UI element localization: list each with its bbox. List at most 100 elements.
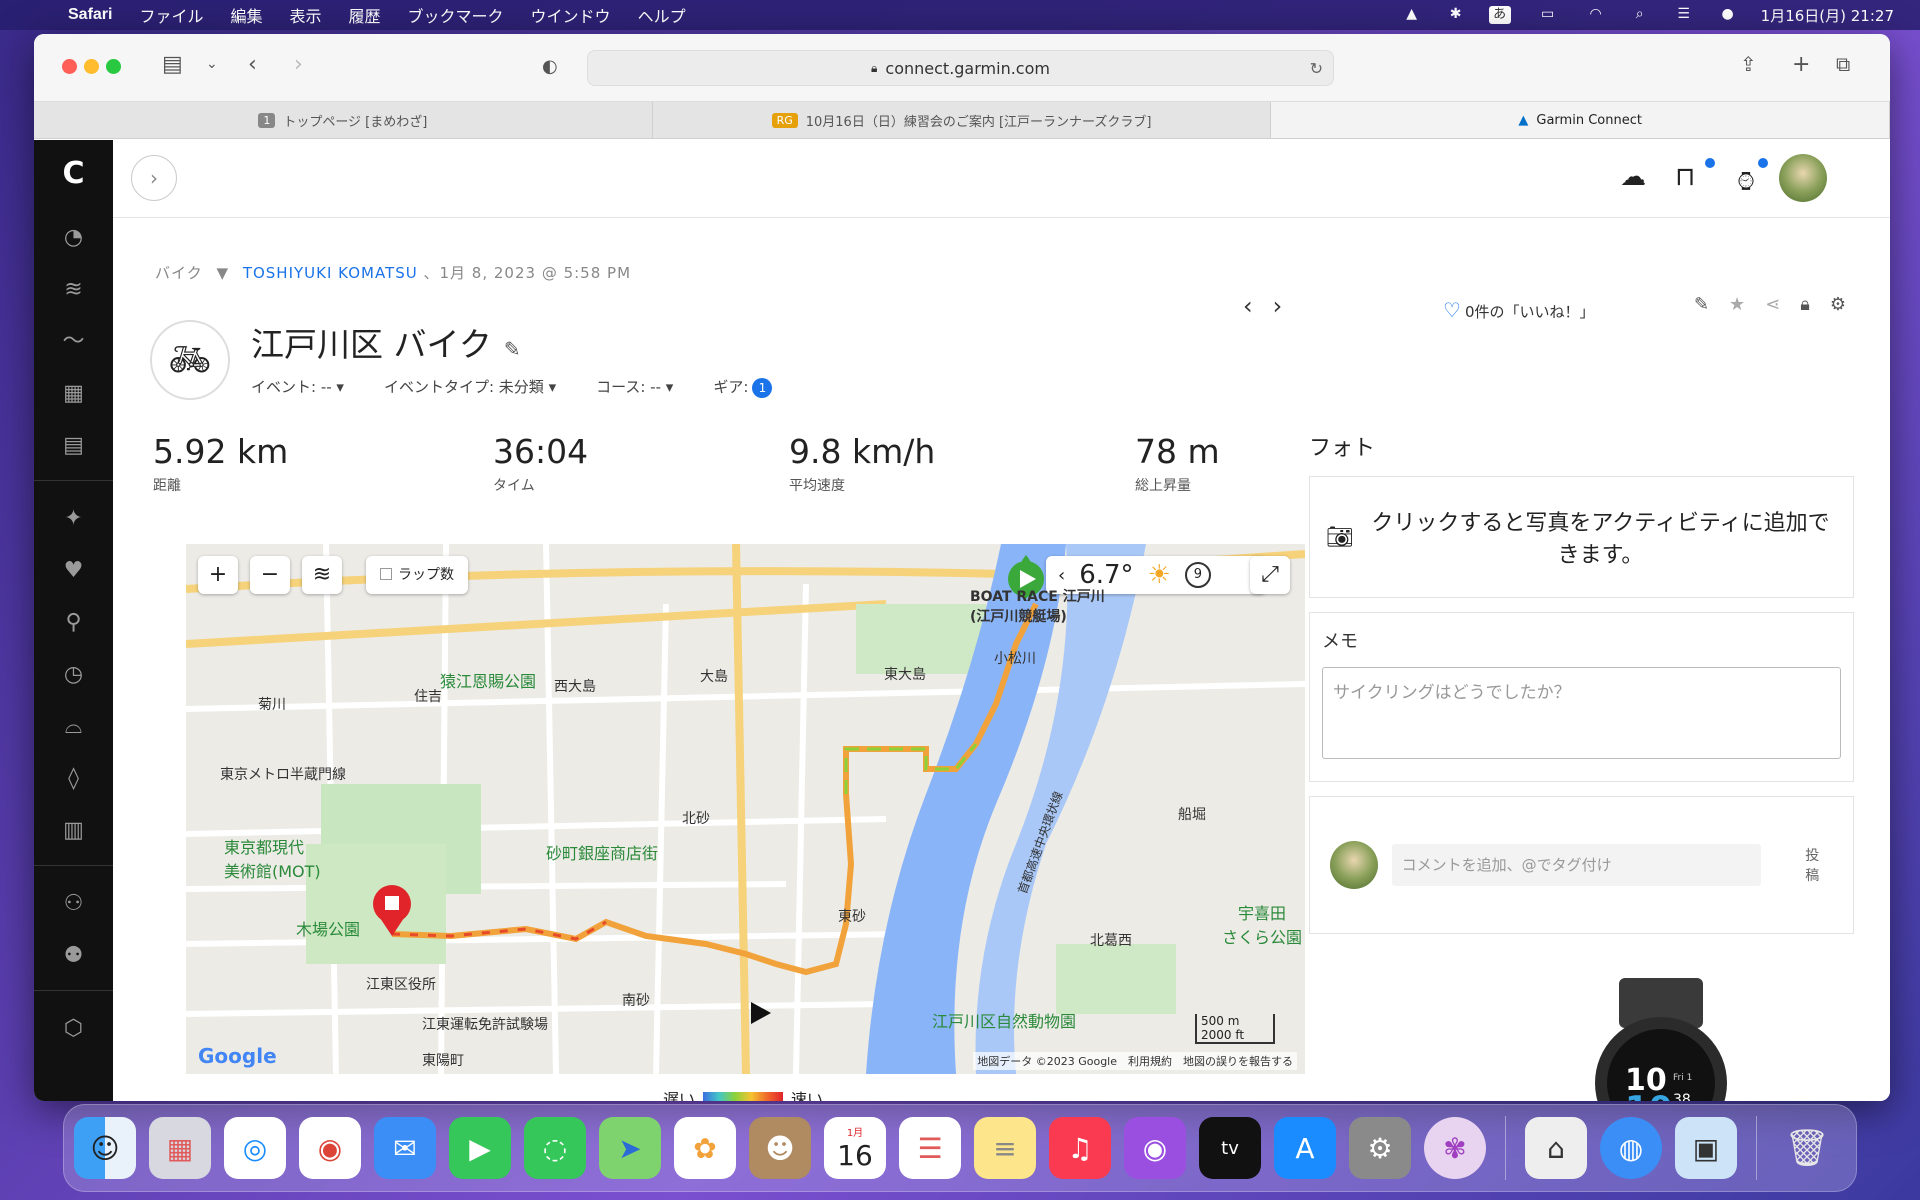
- bluetooth-icon[interactable]: ✱: [1445, 6, 1467, 24]
- calendar-icon[interactable]: ▦: [60, 380, 88, 408]
- notes-icon[interactable]: ≡: [974, 1117, 1036, 1179]
- butterfly-app-icon[interactable]: ✾: [1424, 1117, 1486, 1179]
- news-icon[interactable]: ▤: [60, 432, 88, 460]
- zoom-out-button[interactable]: −: [250, 556, 290, 594]
- activity-type-label[interactable]: バイク: [155, 264, 203, 282]
- lap-checkbox[interactable]: [380, 568, 392, 580]
- add-photo-card[interactable]: 📷︎ クリックすると写真をアクティビティに追加できます。: [1309, 476, 1854, 598]
- tab-runners-club[interactable]: RG 10月16日（日）練習会のご案内 [江戸ーランナーズクラブ]: [653, 102, 1272, 138]
- share-icon[interactable]: ⇪: [1740, 52, 1757, 76]
- spotlight-icon[interactable]: ⌕: [1629, 6, 1651, 24]
- facetime-icon[interactable]: ▶: [449, 1117, 511, 1179]
- training-timer-icon[interactable]: ◷: [60, 661, 88, 689]
- zoom-in-button[interactable]: +: [198, 556, 238, 594]
- inbox-icon[interactable]: ⊓: [1675, 162, 1695, 192]
- insights-icon[interactable]: 〜: [60, 328, 88, 356]
- health-heart-icon[interactable]: ♥: [60, 557, 88, 585]
- watch-device-icon[interactable]: ⌚︎: [1733, 162, 1759, 200]
- messages-icon[interactable]: ◌: [524, 1117, 586, 1179]
- photos-icon[interactable]: ✿: [674, 1117, 736, 1179]
- gear-selector[interactable]: ギア: 1: [713, 376, 773, 398]
- trash-icon[interactable]: 🗑︎: [1776, 1117, 1838, 1179]
- back-button[interactable]: ‹: [248, 52, 257, 77]
- course-dropdown[interactable]: コース: -- ▾: [596, 376, 673, 398]
- previous-activity-button[interactable]: ‹: [1243, 292, 1253, 320]
- reminders-icon[interactable]: ☰: [899, 1117, 961, 1179]
- reports-chart-icon[interactable]: ▥: [60, 817, 88, 845]
- share-icon[interactable]: ⋖: [1765, 294, 1780, 315]
- archive-utility-icon[interactable]: ⌂: [1525, 1117, 1587, 1179]
- safari-icon[interactable]: ◎: [224, 1117, 286, 1179]
- wifi-icon[interactable]: ◠: [1585, 6, 1607, 24]
- caret-down-icon[interactable]: ▼: [216, 264, 229, 282]
- devices-hexagon-icon[interactable]: ⬡: [60, 1015, 88, 1043]
- maps-icon[interactable]: ➤: [599, 1117, 661, 1179]
- upload-cloud-icon[interactable]: ☁: [1620, 162, 1646, 192]
- menu-window[interactable]: ウインドウ: [531, 3, 611, 27]
- star-icon[interactable]: ★: [1729, 294, 1745, 315]
- connections-icon[interactable]: ⚇: [60, 890, 88, 918]
- map-layers-icon[interactable]: ≋: [302, 556, 342, 594]
- system-preferences-icon[interactable]: ⚙: [1349, 1117, 1411, 1179]
- apple-tv-icon[interactable]: tv: [1199, 1117, 1261, 1179]
- menu-edit[interactable]: 編集: [230, 3, 262, 27]
- activity-map[interactable]: + − ≋ ラップ数 ‹ 6.7° ☀ 9 ⤢ 猿江恩賜公園 西大島 大島 東大…: [186, 544, 1305, 1074]
- chevron-down-icon[interactable]: ⌄: [206, 56, 218, 72]
- mail-icon[interactable]: ✉: [374, 1117, 436, 1179]
- vpn-icon[interactable]: ▲: [1401, 6, 1423, 24]
- user-avatar[interactable]: [1779, 154, 1827, 202]
- event-type-dropdown[interactable]: イベントタイプ: 未分類 ▾: [384, 376, 556, 398]
- next-activity-button[interactable]: ›: [1273, 292, 1283, 320]
- menu-view[interactable]: 表示: [290, 3, 322, 27]
- tab-garmin-connect[interactable]: ▲ Garmin Connect: [1271, 102, 1890, 138]
- address-bar[interactable]: 🔒︎ connect.garmin.com ↻: [587, 50, 1334, 86]
- contacts-icon[interactable]: ☻: [749, 1117, 811, 1179]
- globe-app-icon[interactable]: ◍: [1600, 1117, 1662, 1179]
- podcasts-icon[interactable]: ◉: [1124, 1117, 1186, 1179]
- edit-pencil-icon[interactable]: ✎: [504, 337, 521, 361]
- insights-bulb-icon[interactable]: ◊: [60, 765, 88, 793]
- menu-bookmarks[interactable]: ブックマーク: [408, 3, 504, 27]
- settings-gear-icon[interactable]: ⚙: [1830, 294, 1846, 315]
- dashboard-icon[interactable]: ◔: [60, 224, 88, 252]
- memo-textarea[interactable]: サイクリングはどうでしたか？: [1322, 667, 1841, 759]
- finder-icon[interactable]: ☺: [74, 1117, 136, 1179]
- zoom-window-button[interactable]: [106, 59, 121, 74]
- garmin-connect-logo-icon[interactable]: C: [58, 158, 90, 190]
- app-store-icon[interactable]: A: [1274, 1117, 1336, 1179]
- menu-clock[interactable]: 1月16日(月) 21:27: [1761, 5, 1894, 26]
- tab-mamewaza[interactable]: 1 トップページ [まめわざ]: [34, 102, 653, 138]
- preview-icon[interactable]: ▣: [1675, 1117, 1737, 1179]
- music-icon[interactable]: ♫: [1049, 1117, 1111, 1179]
- golf-icon[interactable]: ⚲: [60, 609, 88, 637]
- comment-input[interactable]: コメントを追加、@でタグ付け: [1391, 844, 1762, 886]
- groups-icon[interactable]: ⚉: [60, 942, 88, 970]
- control-center-icon[interactable]: ☰: [1673, 6, 1695, 24]
- launchpad-icon[interactable]: ▦: [149, 1117, 211, 1179]
- fullscreen-icon[interactable]: ⤢: [1250, 556, 1290, 594]
- menu-history[interactable]: 履歴: [349, 3, 381, 27]
- activities-icon[interactable]: ✦: [60, 505, 88, 533]
- privacy-shield-icon[interactable]: ◐: [542, 56, 558, 77]
- siri-icon[interactable]: ●: [1717, 6, 1739, 24]
- battery-icon[interactable]: ▭: [1533, 6, 1563, 24]
- menu-app-name[interactable]: Safari: [68, 6, 112, 24]
- tab-overview-icon[interactable]: ⧉: [1836, 52, 1850, 76]
- menu-help[interactable]: ヘルプ: [638, 3, 686, 27]
- gear-shoe-icon[interactable]: ⌓: [60, 713, 88, 741]
- calendar-icon[interactable]: 1月 16: [824, 1117, 886, 1179]
- minimize-window-button[interactable]: [84, 59, 99, 74]
- menu-file[interactable]: ファイル: [139, 3, 203, 27]
- post-comment-button[interactable]: 投稿: [1805, 845, 1833, 885]
- chrome-icon[interactable]: ◉: [299, 1117, 361, 1179]
- edit-icon[interactable]: ✎: [1694, 294, 1709, 315]
- close-window-button[interactable]: [62, 59, 77, 74]
- map-attribution[interactable]: 地図データ ©2023 Google 利用規約 地図の誤りを報告する: [973, 1052, 1297, 1070]
- chevron-left-icon[interactable]: ‹: [1058, 565, 1065, 586]
- lock-icon[interactable]: 🔒︎: [1800, 294, 1810, 315]
- forward-button[interactable]: ›: [294, 52, 303, 77]
- lap-toggle[interactable]: ラップ数: [366, 556, 468, 594]
- new-tab-button[interactable]: +: [1792, 52, 1810, 77]
- layers-icon[interactable]: ≋: [60, 276, 88, 304]
- activity-title[interactable]: 江戸川区 バイク ✎: [251, 318, 521, 366]
